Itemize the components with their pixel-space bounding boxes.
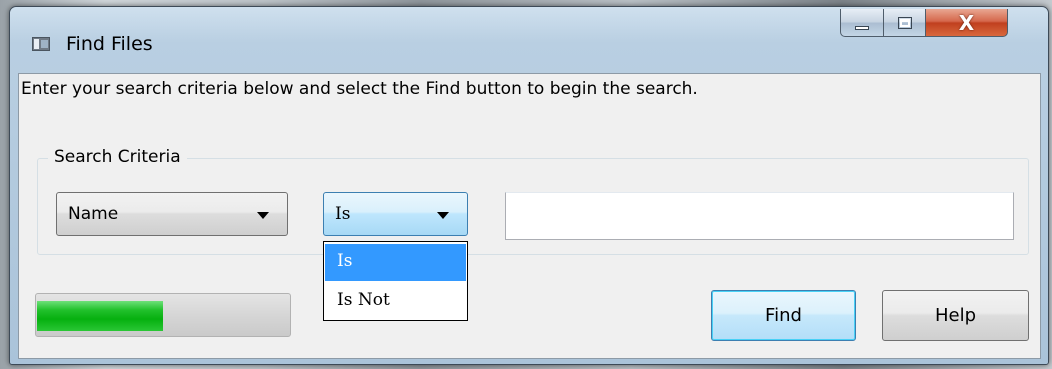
instructions-text: Enter your search criteria below and sel… xyxy=(21,79,698,99)
operator-dropdown-list: Is Is Not xyxy=(323,241,468,321)
search-value-input[interactable] xyxy=(505,192,1014,240)
dropdown-option-is-not[interactable]: Is Not xyxy=(325,283,466,320)
find-button[interactable]: Find xyxy=(711,290,856,341)
operator-select-value: Is xyxy=(335,204,351,224)
chevron-down-icon xyxy=(437,212,449,219)
app-window-icon xyxy=(32,37,50,51)
help-button[interactable]: Help xyxy=(882,290,1029,341)
window-title: Find Files xyxy=(66,33,153,55)
progress-fill xyxy=(37,301,163,331)
maximize-icon xyxy=(897,16,912,29)
close-button[interactable]: X xyxy=(926,9,1008,37)
operator-select[interactable]: Is xyxy=(323,192,468,236)
minimize-icon xyxy=(855,25,869,30)
chevron-down-icon xyxy=(257,212,269,219)
maximize-button[interactable] xyxy=(884,9,926,37)
dropdown-option-is[interactable]: Is xyxy=(325,244,466,281)
field-select[interactable]: Name xyxy=(56,192,288,236)
minimize-button[interactable] xyxy=(840,9,884,37)
search-progress-bar xyxy=(35,293,291,337)
search-criteria-label: Search Criteria xyxy=(48,147,187,167)
title-bar[interactable]: Find Files X xyxy=(10,7,1048,73)
close-icon: X xyxy=(958,10,975,35)
field-select-value: Name xyxy=(68,204,119,224)
